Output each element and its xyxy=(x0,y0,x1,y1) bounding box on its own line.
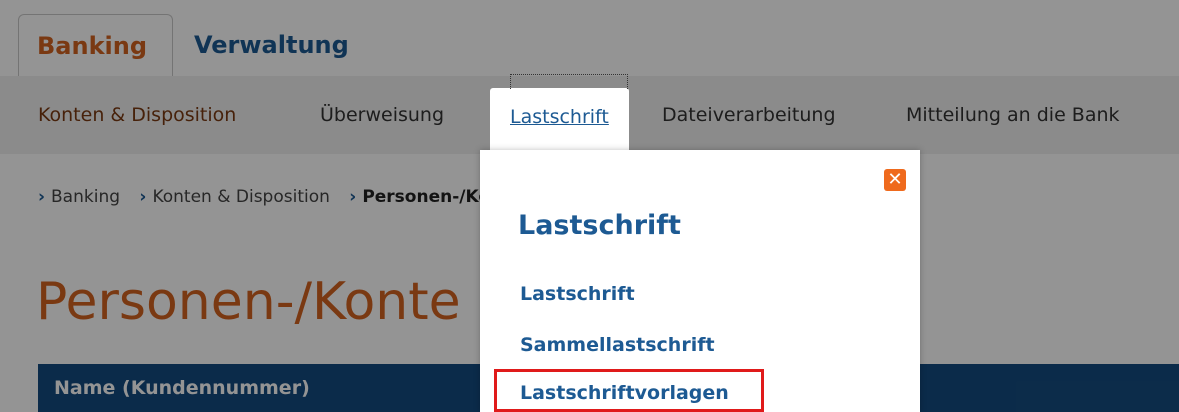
menu-link-lastschriftvorlagen[interactable]: Lastschriftvorlagen xyxy=(520,382,729,404)
dropdown-title: Lastschrift xyxy=(518,210,681,241)
tab-verwaltung[interactable]: Verwaltung xyxy=(176,14,367,76)
subnav-item-konten-disposition[interactable]: Konten & Disposition xyxy=(38,76,236,154)
main-tab-bar: Banking Verwaltung xyxy=(0,0,1179,76)
page-title: Personen-/Konte xyxy=(36,272,461,332)
lastschrift-dropdown: ✕ Lastschrift Lastschrift Sammellastschr… xyxy=(480,150,920,412)
focus-indicator xyxy=(510,74,628,89)
subnav-item-ueberweisung[interactable]: Überweisung xyxy=(320,76,444,154)
column-header-name[interactable]: Name (Kundennummer) xyxy=(54,364,310,412)
menu-link-lastschrift[interactable]: Lastschrift xyxy=(520,283,635,305)
tab-banking[interactable]: Banking xyxy=(18,14,173,76)
menu-link-sammellastschrift[interactable]: Sammellastschrift xyxy=(520,334,715,356)
subnav-item-mitteilung[interactable]: Mitteilung an die Bank xyxy=(906,76,1120,154)
chevron-right-icon: › xyxy=(139,187,147,207)
chevron-right-icon: › xyxy=(349,187,357,207)
close-icon[interactable]: ✕ xyxy=(884,169,906,191)
breadcrumb: › Banking › Konten & Disposition › Personen… xyxy=(38,187,536,207)
breadcrumb-item-konten[interactable]: Konten & Disposition xyxy=(152,187,329,207)
breadcrumb-item-banking[interactable]: Banking xyxy=(51,187,120,207)
subnav-item-lastschrift[interactable]: Lastschrift xyxy=(490,88,629,158)
subnav-item-dateiverarbeitung[interactable]: Dateiverarbeitung xyxy=(662,76,836,154)
chevron-right-icon: › xyxy=(38,187,46,207)
